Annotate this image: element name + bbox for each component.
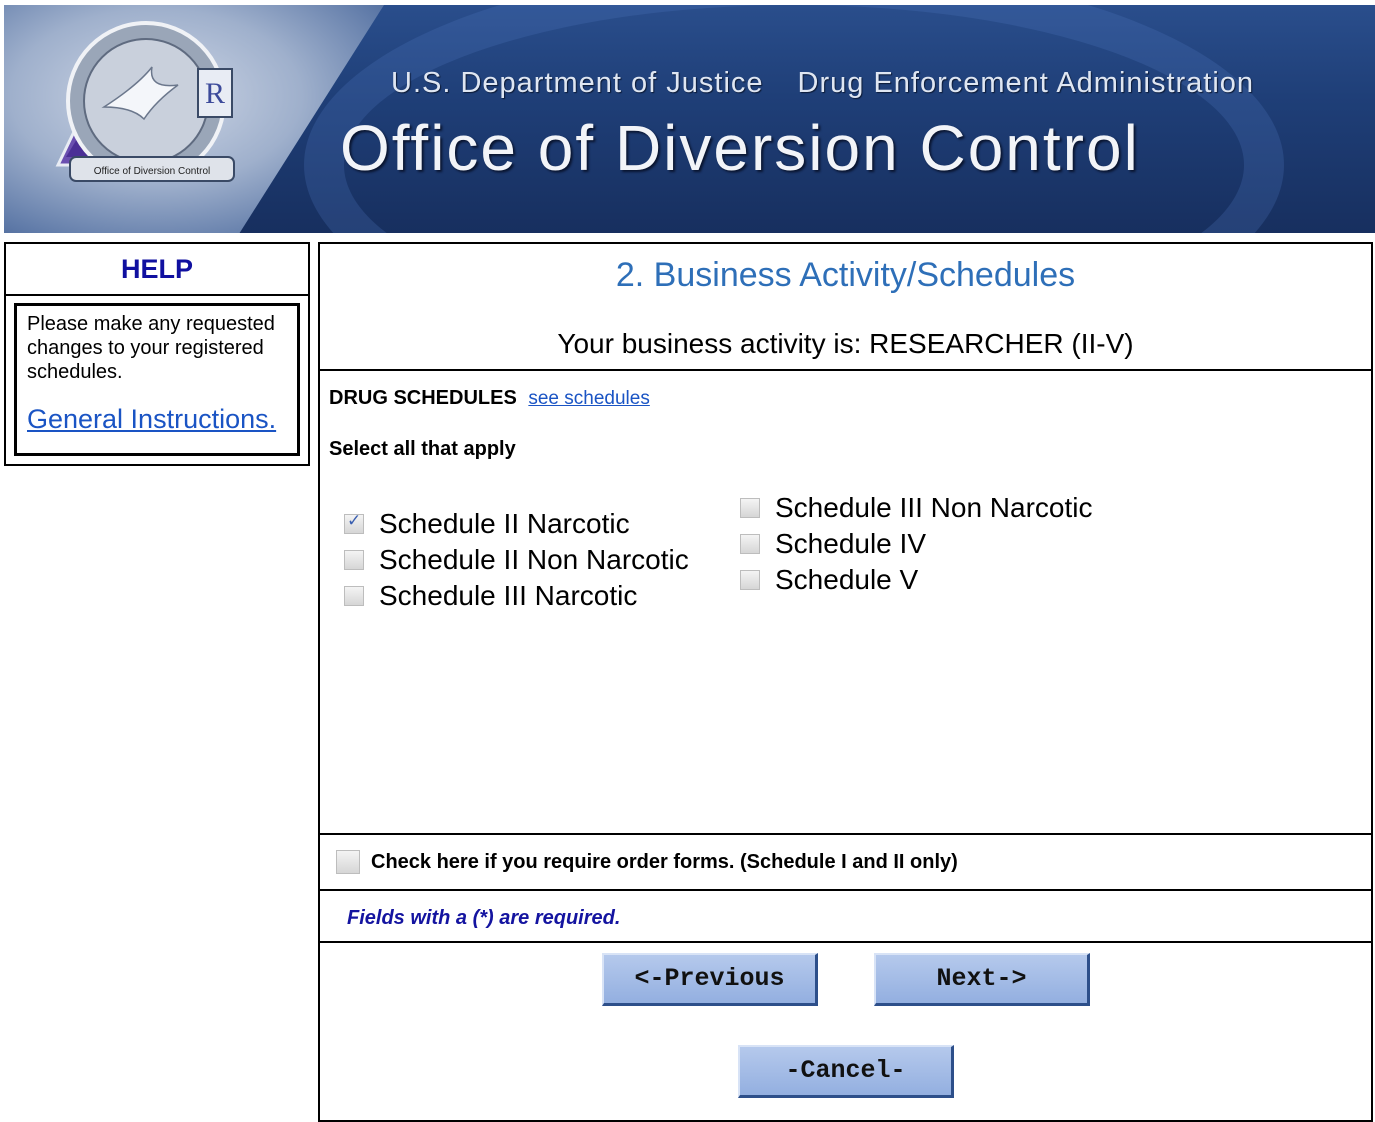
previous-button[interactable]: <-Previous <box>602 953 818 1006</box>
select-all-instruction: Select all that apply <box>329 438 516 460</box>
help-panel: HELP Please make any requested changes t… <box>4 242 310 466</box>
help-body: Please make any requested changes to you… <box>14 303 300 456</box>
checkbox-label: Schedule II Narcotic <box>379 508 630 539</box>
help-message: Please make any requested changes to you… <box>27 313 275 383</box>
seal-caption: Office of Diversion Control <box>94 166 211 177</box>
order-forms-checkbox[interactable] <box>336 850 360 874</box>
seal-letter: R <box>205 77 225 110</box>
schedule-iii-non-narcotic-option[interactable]: Schedule III Non Narcotic <box>740 492 1093 524</box>
divider <box>320 941 1371 943</box>
page-title: 2. Business Activity/Schedules <box>615 256 1076 294</box>
business-activity-form: 2. Business Activity/Schedules Your busi… <box>318 242 1373 1122</box>
checkbox-label: Schedule II Non Narcotic <box>379 544 689 575</box>
banner-administration: Drug Enforcement Administration <box>797 67 1255 99</box>
order-forms-label: Check here if you require order forms. (… <box>371 850 958 873</box>
schedule-iv-option[interactable]: Schedule IV <box>740 528 926 560</box>
drug-schedules-label: DRUG SCHEDULES <box>329 387 517 409</box>
banner-title: Office of Diversion Control <box>340 112 1140 184</box>
schedule-iv-checkbox[interactable] <box>740 534 760 554</box>
schedule-ii-narcotic-option[interactable]: Schedule II Narcotic <box>344 508 630 540</box>
schedule-v-checkbox[interactable] <box>740 570 760 590</box>
cancel-button[interactable]: -Cancel- <box>738 1045 954 1098</box>
schedule-v-option[interactable]: Schedule V <box>740 564 918 596</box>
general-instructions-link[interactable]: General Instructions. <box>27 404 276 435</box>
dea-seal-logo: R Office of Diversion Control <box>48 15 236 203</box>
divider <box>320 833 1371 835</box>
divider <box>320 369 1371 371</box>
required-fields-note: Fields with a (*) are required. <box>347 907 621 929</box>
checkbox-label: Schedule III Narcotic <box>379 580 638 611</box>
banner-agency-line: U.S. Department of Justice Drug Enforceme… <box>391 67 1288 100</box>
schedule-ii-narcotic-checkbox[interactable] <box>344 511 364 534</box>
header-banner: R Office of Diversion Control U.S. Depar… <box>4 5 1375 233</box>
checkbox-label: Schedule IV <box>775 528 926 559</box>
banner-department: U.S. Department of Justice <box>391 67 764 99</box>
order-forms-option[interactable]: Check here if you require order forms. (… <box>336 850 958 874</box>
schedule-iii-narcotic-checkbox[interactable] <box>344 586 364 606</box>
schedule-iii-narcotic-option[interactable]: Schedule III Narcotic <box>344 580 637 612</box>
divider <box>320 889 1371 891</box>
checkbox-label: Schedule III Non Narcotic <box>775 492 1093 523</box>
business-activity-text: Your business activity is: RESEARCHER (I… <box>557 328 1134 359</box>
schedule-ii-non-narcotic-checkbox[interactable] <box>344 550 364 570</box>
checkbox-label: Schedule V <box>775 564 919 595</box>
drug-schedules-heading: DRUG SCHEDULES see schedules <box>329 387 650 410</box>
see-schedules-link[interactable]: see schedules <box>528 388 649 409</box>
schedule-ii-non-narcotic-option[interactable]: Schedule II Non Narcotic <box>344 544 689 576</box>
next-button[interactable]: Next-> <box>874 953 1090 1006</box>
help-heading: HELP <box>6 244 308 296</box>
schedule-iii-non-narcotic-checkbox[interactable] <box>740 498 760 518</box>
